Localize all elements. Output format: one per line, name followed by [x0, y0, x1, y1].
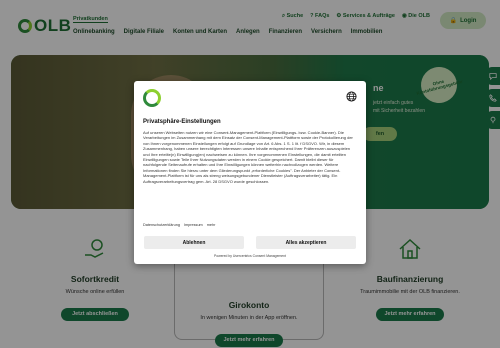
accept-all-button[interactable]: Alles akzeptieren	[256, 236, 356, 249]
powered-by-text: Powered by Usercentrics Consent Manageme…	[214, 254, 286, 258]
link-datenschutz[interactable]: Datenschutzerklärung	[143, 223, 180, 227]
deny-button[interactable]: Ablehnen	[144, 236, 244, 249]
link-mehr[interactable]: mehr	[207, 223, 216, 227]
link-impressum[interactable]: Impressum	[184, 223, 203, 227]
olb-logo-icon	[143, 89, 161, 107]
consent-dialog: Privatsphäre-Einstellungen Auf unseren W…	[134, 81, 366, 264]
consent-body-text: Auf unseren Webseiten nutzen wir eine Co…	[143, 130, 353, 184]
globe-icon[interactable]	[346, 91, 357, 102]
consent-title: Privatsphäre-Einstellungen	[143, 119, 221, 125]
consent-links: Datenschutzerklärung Impressum mehr	[143, 223, 215, 227]
